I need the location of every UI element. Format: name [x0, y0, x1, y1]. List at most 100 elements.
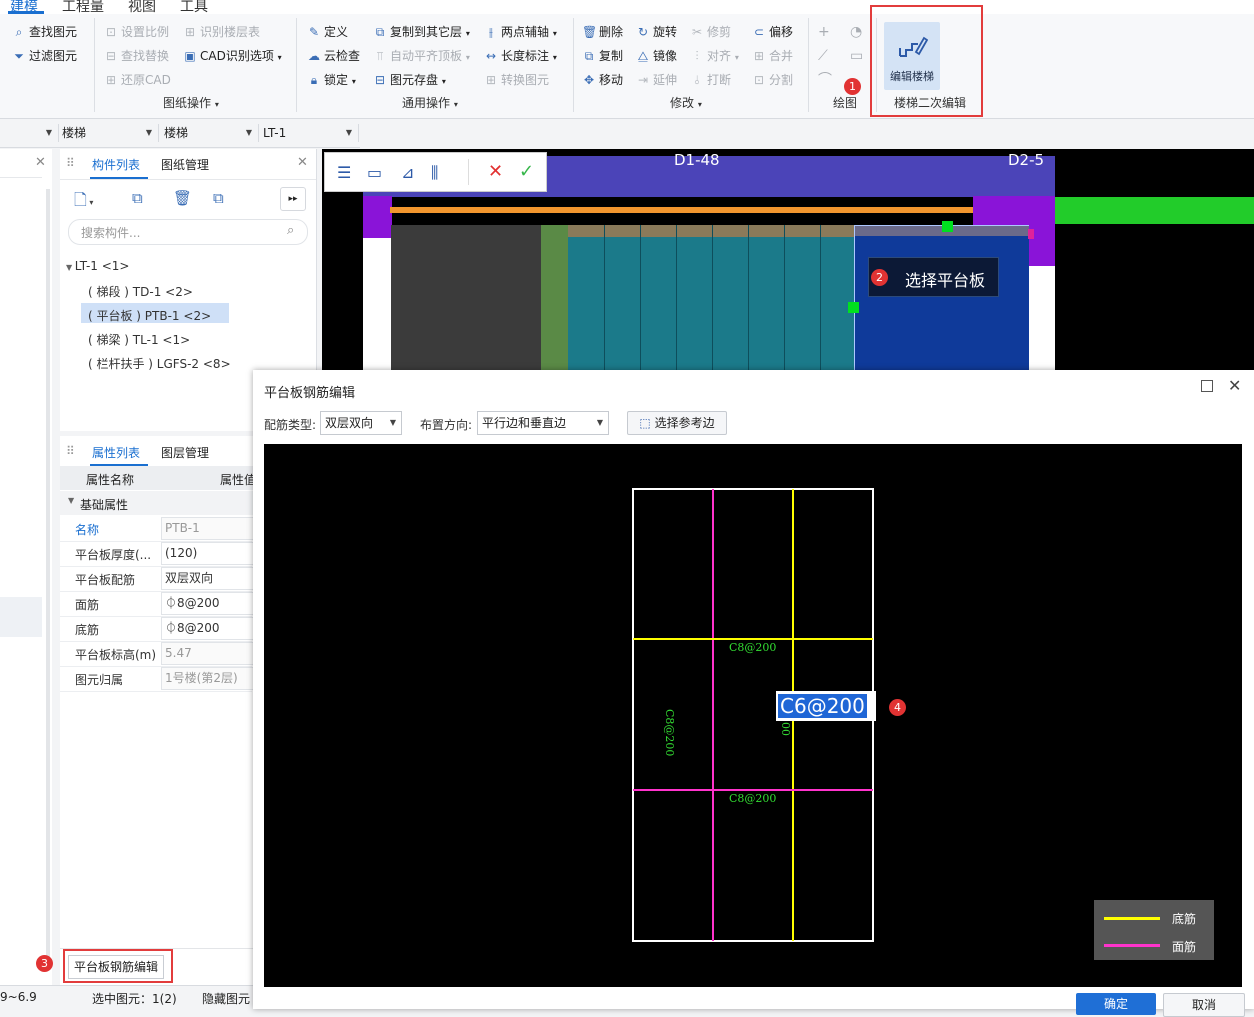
railing-tool-icon[interactable]: ⫼: [431, 163, 438, 183]
delete-component-icon[interactable]: 🗑︎: [173, 189, 192, 207]
prop-value-reinforcement[interactable]: 双层双向: [161, 567, 256, 590]
nav-item-selected[interactable]: [0, 597, 42, 637]
restore-cad-button[interactable]: ⊞ 还原CAD: [104, 70, 171, 90]
define-button[interactable]: ✎ 定义: [307, 22, 348, 42]
find-element-button[interactable]: ⌕ 查找图元: [12, 22, 77, 42]
tree-item-stair[interactable]: ▼ LT-1 <1>: [66, 259, 130, 273]
rect-tool-icon[interactable]: ▭: [850, 46, 863, 66]
prop-row-thickness: 平台板厚度(... (120): [60, 541, 256, 567]
save-icon: ⊟: [374, 73, 386, 87]
more-icon[interactable]: ▸▸: [280, 187, 306, 211]
point-tool-icon[interactable]: +: [818, 22, 830, 42]
rebar-label-top-y[interactable]: C8@200: [663, 709, 676, 756]
move-button[interactable]: ✥ 移动: [582, 70, 623, 90]
tree-item-railing[interactable]: ( 栏杆扶手 ) LGFS-2 <8>: [88, 355, 231, 372]
grip-handle[interactable]: [848, 302, 859, 313]
rebar-value-input[interactable]: C6@200: [776, 691, 876, 721]
prop-value-name[interactable]: PTB-1: [161, 517, 256, 540]
search-input[interactable]: 搜索构件... ⌕: [68, 219, 308, 245]
close-icon[interactable]: ✕: [1228, 376, 1241, 395]
tab-property-list[interactable]: 属性列表: [92, 444, 140, 461]
platform-slab-selected[interactable]: [854, 225, 1029, 371]
grip-handle[interactable]: [942, 221, 953, 232]
stair-beam: [541, 225, 569, 371]
set-scale-button[interactable]: ⊡ 设置比例: [104, 22, 169, 42]
arc-tool-icon[interactable]: ⌒: [818, 70, 832, 90]
prop-value-top-bar[interactable]: ⏀8@200: [161, 592, 256, 615]
slab-tool-icon[interactable]: ⊿: [401, 163, 414, 182]
prop-value-elevation[interactable]: 5.47: [161, 642, 256, 665]
mirror-button[interactable]: ⧋ 镜像: [636, 46, 677, 66]
category-selector[interactable]: 楼梯 ▼: [62, 124, 159, 142]
rebar-canvas[interactable]: C8@200 C8@200 C8@200 00 C6@200 4 底筋 面筋: [264, 444, 1242, 987]
prop-value-thickness[interactable]: (120): [161, 542, 256, 565]
cloud-check-button[interactable]: ☁ 云检查: [307, 46, 360, 66]
component-selector[interactable]: LT-1 ▼: [263, 124, 359, 142]
type-selector[interactable]: 楼梯 ▼: [164, 124, 259, 142]
prop-row-top-bar: 面筋 ⏀8@200: [60, 591, 256, 617]
tab-layer-management[interactable]: 图层管理: [161, 444, 209, 461]
cad-canvas[interactable]: D1-48 D2-5 ☰ ▭ ⊿ ⫼ ✕ ✓ 选择平台板 2: [322, 149, 1254, 371]
split-button[interactable]: ⊡ 分割: [752, 70, 793, 90]
two-point-axis-button[interactable]: ⫲ 两点辅轴 ▾: [484, 22, 557, 42]
duplicate-component-icon[interactable]: ⧉: [213, 189, 224, 207]
ok-button[interactable]: 确定: [1076, 993, 1156, 1015]
prop-value-belongs[interactable]: 1号楼(第2层): [161, 667, 256, 690]
identify-floor-table-button[interactable]: ⊞ 识别楼层表: [183, 22, 260, 42]
cancel-icon[interactable]: ✕: [488, 161, 503, 182]
rebar-label-bottom-x[interactable]: C8@200: [729, 641, 776, 654]
convert-element-button[interactable]: ⊞ 转换图元: [484, 70, 549, 90]
hidden-elements[interactable]: 隐藏图元: [202, 990, 250, 1007]
prop-value-bottom-bar[interactable]: ⏀8@200: [161, 617, 256, 640]
copy-to-other-floor-button[interactable]: ⧉ 复制到其它层 ▾: [373, 22, 470, 42]
tree-item-platform-slab[interactable]: ( 平台板 ) PTB-1 <2>: [88, 307, 211, 324]
copy-component-icon[interactable]: ⧉: [132, 189, 143, 207]
tab-component-list[interactable]: 构件列表: [92, 156, 140, 173]
close-icon[interactable]: ✕: [297, 155, 308, 170]
floor-selector[interactable]: ▼: [0, 124, 59, 142]
cad-identify-options-button[interactable]: ▣ CAD识别选项 ▾: [183, 46, 281, 66]
direction-select[interactable]: 平行边和垂直边 ▼: [477, 411, 609, 435]
stair-beam-tool-icon[interactable]: ▭: [367, 163, 382, 182]
rebar-label-bottom-y[interactable]: 00: [779, 722, 792, 736]
scale-icon: ⊡: [105, 25, 117, 39]
trim-button[interactable]: ✂ 修剪: [690, 22, 731, 42]
close-icon[interactable]: ✕: [35, 155, 46, 170]
tree-item-stair-beam[interactable]: ( 梯梁 ) TL-1 <1>: [88, 331, 190, 348]
axis-label-right: D2-5: [1008, 151, 1045, 169]
drag-handle-icon[interactable]: ⠿: [66, 156, 75, 170]
select-reference-edge-button[interactable]: ⬚ 选择参考边: [627, 411, 727, 435]
confirm-icon[interactable]: ✓: [519, 161, 534, 182]
stair-flight-tool-icon[interactable]: ☰: [337, 163, 351, 182]
offset-button[interactable]: ⊂ 偏移: [752, 22, 793, 42]
line-tool-icon[interactable]: ⟋: [818, 46, 828, 66]
property-section[interactable]: ▼ 基础属性: [60, 491, 253, 515]
drag-handle-icon[interactable]: ⠿: [66, 444, 75, 458]
tree-item-flight[interactable]: ( 梯段 ) TD-1 <2>: [88, 283, 193, 300]
circle-tool-icon[interactable]: ◔: [850, 22, 862, 42]
cancel-button[interactable]: 取消: [1163, 993, 1245, 1017]
filter-element-button[interactable]: ⏷ 过滤图元: [12, 46, 77, 66]
rebar-label-top-x[interactable]: C8@200: [729, 792, 776, 805]
auto-align-top-button[interactable]: ⫪ 自动平齐顶板 ▾: [373, 46, 470, 66]
dimension-icon: ↔: [485, 49, 497, 63]
element-save-button[interactable]: ⊟ 图元存盘 ▾: [373, 70, 446, 90]
merge-button[interactable]: ⊞ 合并: [752, 46, 793, 66]
trash-icon: 🗑︎: [582, 25, 598, 39]
rotate-button[interactable]: ↻ 旋转: [636, 22, 677, 42]
find-replace-button[interactable]: ⊟ 查找替换: [104, 46, 169, 66]
copy-button[interactable]: ⧉ 复制: [582, 46, 623, 66]
rebar-type-select[interactable]: 双层双向 ▼: [320, 411, 402, 435]
legend-label-bottom: 底筋: [1172, 912, 1197, 926]
scrollbar[interactable]: [46, 189, 50, 969]
lock-button[interactable]: 🔒︎ 锁定 ▾: [307, 70, 356, 90]
align-button[interactable]: ⫶ 对齐 ▾: [690, 46, 738, 66]
delete-button[interactable]: 🗑︎ 删除: [582, 22, 623, 42]
break-button[interactable]: ⫰ 打断: [690, 70, 731, 90]
new-component-icon[interactable]: 🗋︎ ▾: [74, 189, 93, 216]
tab-drawing-management[interactable]: 图纸管理: [161, 156, 209, 173]
maximize-icon[interactable]: [1201, 380, 1213, 392]
length-dimension-button[interactable]: ↔ 长度标注 ▾: [484, 46, 557, 66]
replace-icon: ⊟: [105, 49, 117, 63]
extend-button[interactable]: ⇥ 延伸: [636, 70, 677, 90]
